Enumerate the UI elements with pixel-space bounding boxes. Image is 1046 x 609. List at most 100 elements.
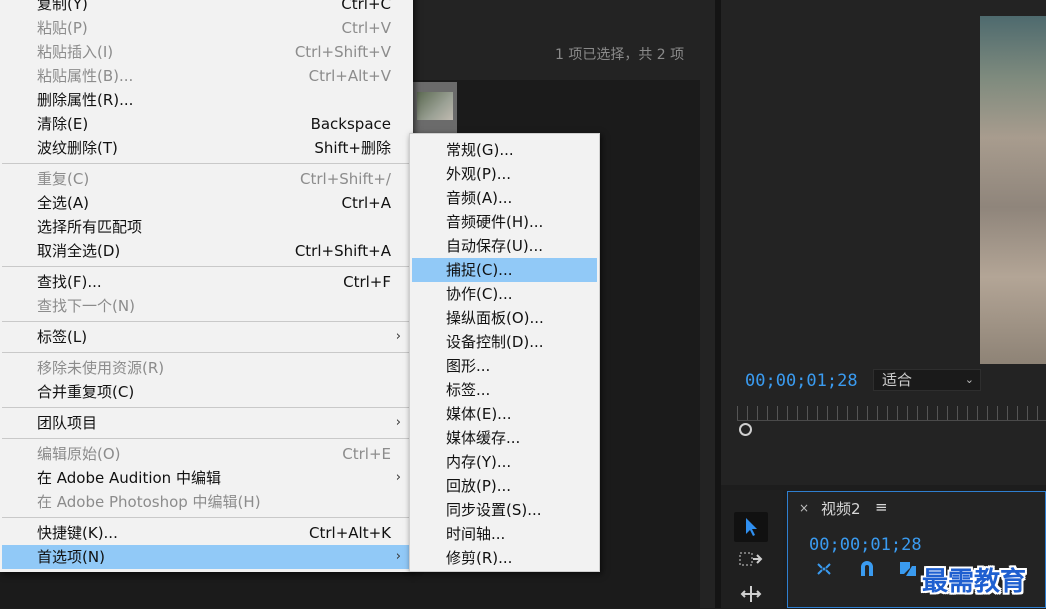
menu-item-shortcut: Ctrl+A (341, 194, 391, 212)
close-icon[interactable]: × (799, 501, 809, 515)
menu-item-remove-unused[interactable]: 移除未使用资源(R) (0, 356, 413, 380)
submenu-item-memory[interactable]: 内存(Y)... (410, 450, 599, 474)
time-ruler[interactable] (737, 406, 1046, 420)
clip-thumbnail[interactable] (413, 82, 457, 138)
menu-item-label: 团队项目 (37, 414, 98, 432)
menu-item-remove-attributes[interactable]: 删除属性(R)... (0, 88, 413, 112)
submenu-item-audio-hardware[interactable]: 音频硬件(H)... (410, 210, 599, 234)
menu-item-select-all-matching[interactable]: 选择所有匹配项 (0, 215, 413, 239)
menu-item-label: 全选(A) (37, 194, 89, 212)
preferences-submenu: 常规(G)... 外观(P)... 音频(A)... 音频硬件(H)... 自动… (409, 133, 600, 572)
submenu-item-label: 修剪(R)... (446, 549, 513, 567)
menu-item-label: 在 Adobe Audition 中编辑 (37, 469, 221, 487)
selection-status: 1 项已选择，共 2 项 (555, 47, 685, 63)
menu-separator (2, 163, 411, 164)
time-ruler-line (737, 420, 1046, 421)
menu-item-paste-attributes[interactable]: 粘贴属性(B)... Ctrl+Alt+V (0, 64, 413, 88)
submenu-item-appearance[interactable]: 外观(P)... (410, 162, 599, 186)
linked-selection-icon[interactable] (898, 560, 918, 583)
fit-dropdown-value: 适合 (882, 371, 913, 389)
menu-item-clear[interactable]: 清除(E) Backspace (0, 112, 413, 136)
menu-item-select-all[interactable]: 全选(A) Ctrl+A (0, 191, 413, 215)
menu-item-label: 合并重复项(C) (37, 383, 135, 401)
submenu-item-capture[interactable]: 捕捉(C)... (412, 258, 597, 282)
menu-item-label: 移除未使用资源(R) (37, 359, 165, 377)
sequence-tab-title[interactable]: 视频2 (821, 498, 861, 519)
submenu-item-label: 设备控制(D)... (446, 333, 544, 351)
submenu-item-device-control[interactable]: 设备控制(D)... (410, 330, 599, 354)
menu-item-shortcut: Ctrl+Shift+A (294, 242, 391, 260)
menu-item-label: 选择所有匹配项 (37, 218, 143, 236)
fit-dropdown[interactable]: 适合 ⌄ (873, 369, 981, 391)
submenu-item-label: 内存(Y)... (446, 453, 512, 471)
menu-item-label: 标签(L) (37, 328, 88, 346)
menu-item-consolidate-duplicates[interactable]: 合并重复项(C) (0, 380, 413, 404)
menu-item-label: 粘贴(P) (37, 19, 88, 37)
menu-item-duplicate[interactable]: 重复(C) Ctrl+Shift+/ (0, 167, 413, 191)
submenu-item-label: 捕捉(C)... (446, 261, 513, 279)
menu-item-ripple-delete[interactable]: 波纹删除(T) Shift+删除 (0, 136, 413, 160)
menu-item-shortcut: Backspace (310, 115, 391, 133)
submenu-item-playback[interactable]: 回放(P)... (410, 474, 599, 498)
submenu-item-media-cache[interactable]: 媒体缓存... (410, 426, 599, 450)
menu-item-find[interactable]: 查找(F)... Ctrl+F (0, 270, 413, 294)
menu-item-edit-in-audition[interactable]: 在 Adobe Audition 中编辑 › (0, 466, 413, 490)
submenu-item-collaboration[interactable]: 协作(C)... (410, 282, 599, 306)
menu-item-shortcut: Ctrl+C (341, 0, 391, 13)
submenu-item-control-surface[interactable]: 操纵面板(O)... (410, 306, 599, 330)
submenu-item-label: 音频(A)... (446, 189, 513, 207)
ripple-edit-tool-icon[interactable] (736, 584, 766, 609)
menu-item-copy[interactable]: 复制(Y) Ctrl+C (0, 0, 413, 16)
menu-item-label: 取消全选(D) (37, 242, 121, 260)
menu-item-label-submenu[interactable]: 标签(L) › (0, 325, 413, 349)
menu-item-shortcut: Ctrl+Alt+V (308, 67, 391, 85)
menu-separator (2, 438, 411, 439)
submenu-item-graphics[interactable]: 图形... (410, 354, 599, 378)
submenu-item-general[interactable]: 常规(G)... (410, 138, 599, 162)
menu-item-find-next[interactable]: 查找下一个(N) (0, 294, 413, 318)
submenu-item-timeline[interactable]: 时间轴... (410, 522, 599, 546)
menu-item-shortcut: Shift+删除 (314, 139, 391, 157)
submenu-item-label: 音频硬件(H)... (446, 213, 544, 231)
chevron-right-icon: › (395, 470, 401, 485)
snap-magnet-icon[interactable] (858, 560, 876, 583)
playhead-handle[interactable] (739, 423, 752, 436)
menu-item-label: 删除属性(R)... (37, 91, 134, 109)
menu-item-edit-in-photoshop[interactable]: 在 Adobe Photoshop 中编辑(H) (0, 490, 413, 514)
submenu-item-label: 图形... (446, 357, 491, 375)
menu-item-label: 在 Adobe Photoshop 中编辑(H) (37, 493, 261, 511)
submenu-item-audio[interactable]: 音频(A)... (410, 186, 599, 210)
submenu-item-label: 外观(P)... (446, 165, 512, 183)
menu-item-deselect-all[interactable]: 取消全选(D) Ctrl+Shift+A (0, 239, 413, 263)
submenu-item-auto-save[interactable]: 自动保存(U)... (410, 234, 599, 258)
monitor-timecode[interactable]: 00;00;01;28 (745, 371, 858, 391)
menu-item-paste-insert[interactable]: 粘贴插入(I) Ctrl+Shift+V (0, 40, 413, 64)
menu-item-team-project[interactable]: 团队项目 › (0, 411, 413, 435)
submenu-item-label: 标签... (446, 381, 491, 399)
nest-icon[interactable] (814, 560, 834, 583)
track-select-tool-icon[interactable] (736, 550, 766, 573)
sequence-timecode[interactable]: 00;00;01;28 (809, 535, 922, 555)
submenu-item-trim[interactable]: 修剪(R)... (410, 546, 599, 570)
submenu-item-label: 协作(C)... (446, 285, 513, 303)
selection-tool-icon[interactable] (734, 512, 768, 542)
menu-item-preferences[interactable]: 首选项(N) › (2, 545, 411, 569)
menu-item-keyboard-shortcuts[interactable]: 快捷键(K)... Ctrl+Alt+K (0, 521, 413, 545)
menu-item-edit-original[interactable]: 编辑原始(O) Ctrl+E (0, 442, 413, 466)
submenu-item-media[interactable]: 媒体(E)... (410, 402, 599, 426)
menu-separator (2, 321, 411, 322)
chevron-right-icon: › (395, 549, 401, 564)
submenu-item-labels[interactable]: 标签... (410, 378, 599, 402)
menu-item-label: 清除(E) (37, 115, 89, 133)
menu-item-label: 快捷键(K)... (37, 524, 118, 542)
submenu-item-label: 操纵面板(O)... (446, 309, 544, 327)
submenu-item-label: 同步设置(S)... (446, 501, 542, 519)
panel-menu-icon[interactable]: ≡ (875, 498, 888, 516)
menu-item-label: 复制(Y) (37, 0, 88, 13)
menu-item-label: 查找下一个(N) (37, 297, 135, 315)
menu-item-label: 粘贴属性(B)... (37, 67, 134, 85)
menu-separator (2, 517, 411, 518)
submenu-item-sync-settings[interactable]: 同步设置(S)... (410, 498, 599, 522)
chevron-right-icon: › (395, 329, 401, 344)
menu-item-paste[interactable]: 粘贴(P) Ctrl+V (0, 16, 413, 40)
